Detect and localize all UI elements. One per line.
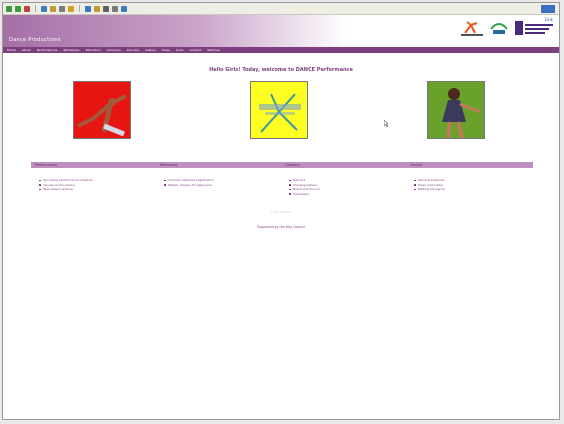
list-item-link[interactable]: Volunteers xyxy=(289,192,406,197)
section-title-company: Company xyxy=(285,163,301,167)
nav-item-contact[interactable]: Contact xyxy=(190,48,202,52)
section-list: Summer intensive registration Weekly clas… xyxy=(156,178,281,196)
section-title-contact: Contact xyxy=(410,163,423,167)
sponsor-logo-arc-icon[interactable] xyxy=(489,19,509,37)
section-title-performances: Performances xyxy=(35,163,57,167)
home-icon[interactable] xyxy=(50,5,56,12)
site-title[interactable]: Dance Productions xyxy=(9,37,61,43)
nav-item-workshops[interactable]: Workshops xyxy=(63,48,79,52)
green-dancer-photo[interactable] xyxy=(427,81,485,139)
edit-icon[interactable] xyxy=(112,5,118,12)
refresh-icon[interactable] xyxy=(41,5,47,12)
welcome-heading: Hello Girls! Today, welcome to DANCE Per… xyxy=(209,67,353,73)
list-item-link[interactable]: Weekly classes for beginners xyxy=(164,183,281,188)
browser-window: Dance Productions Link Home About Performa… xyxy=(2,2,560,420)
yellow-poster[interactable] xyxy=(250,81,308,139)
footer-link[interactable]: Supported by the Arts Council xyxy=(3,225,559,229)
mouse-cursor-icon xyxy=(384,120,388,127)
throbber-icon xyxy=(541,5,555,13)
history-icon[interactable] xyxy=(85,5,91,12)
section-title-workshops: Workshops xyxy=(160,163,178,167)
favorites-icon[interactable] xyxy=(68,5,74,12)
nav-item-press[interactable]: Press xyxy=(162,48,170,52)
section-list: Upcoming performance schedule Venues and … xyxy=(31,178,156,196)
back-icon[interactable] xyxy=(6,5,12,12)
updated-note: Last updated xyxy=(271,210,291,214)
nav-item-links[interactable]: Links xyxy=(176,48,184,52)
corner-link[interactable]: Link xyxy=(545,17,553,22)
nav-item-education[interactable]: Education xyxy=(86,48,101,52)
nav-item-dancers[interactable]: Dancers xyxy=(127,48,139,52)
mail-icon[interactable] xyxy=(94,5,100,12)
nav-item-about[interactable]: About xyxy=(22,48,31,52)
search-icon[interactable] xyxy=(59,5,65,12)
nav-item-performances[interactable]: Performances xyxy=(37,48,58,52)
print-icon[interactable] xyxy=(103,5,109,12)
browser-toolbar xyxy=(3,3,559,15)
discuss-icon[interactable] xyxy=(121,5,127,12)
nav-item-home[interactable]: Home xyxy=(7,48,16,52)
red-dancer-photo[interactable] xyxy=(73,81,131,139)
nav-item-sitemap[interactable]: Sitemap xyxy=(207,48,219,52)
section-list: General enquiries Press and media Mailing … xyxy=(406,178,531,196)
sponsor-logo-dancer-icon[interactable] xyxy=(461,19,483,37)
nav-item-gallery[interactable]: Gallery xyxy=(145,48,156,52)
list-item-link[interactable]: Past season archive xyxy=(39,187,156,192)
top-navigation: Home About Performances Workshops Education C… xyxy=(3,47,559,53)
stop-icon[interactable] xyxy=(24,5,30,12)
list-item-link[interactable]: Mailing list signup xyxy=(414,187,531,192)
toolbar-separator xyxy=(79,5,80,12)
site-banner: Dance Productions xyxy=(3,15,559,47)
toolbar-separator xyxy=(35,5,36,12)
section-list: Dancers Choreographers Board and donors Vol… xyxy=(281,178,406,196)
nav-item-company[interactable]: Company xyxy=(107,48,121,52)
forward-icon[interactable] xyxy=(15,5,21,12)
